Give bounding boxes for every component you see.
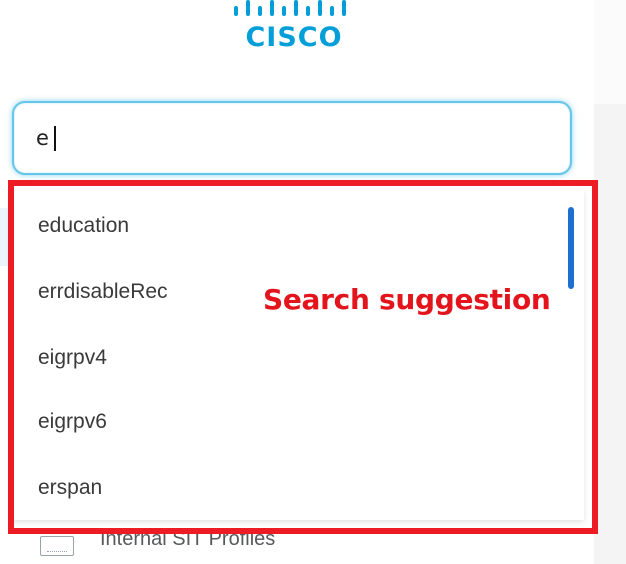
cisco-wordmark: CISCO [245, 22, 343, 53]
cisco-logo: CISCO [0, 0, 594, 60]
right-panel-header [594, 0, 626, 104]
annotation-label: Search suggestion [263, 283, 551, 316]
text-caret [54, 126, 56, 151]
profile-card-icon [40, 536, 74, 556]
search-input[interactable] [36, 123, 536, 153]
annotation-highlight-box [8, 180, 598, 534]
search-field[interactable] [12, 101, 572, 175]
cisco-bridge-icon [234, 0, 346, 16]
